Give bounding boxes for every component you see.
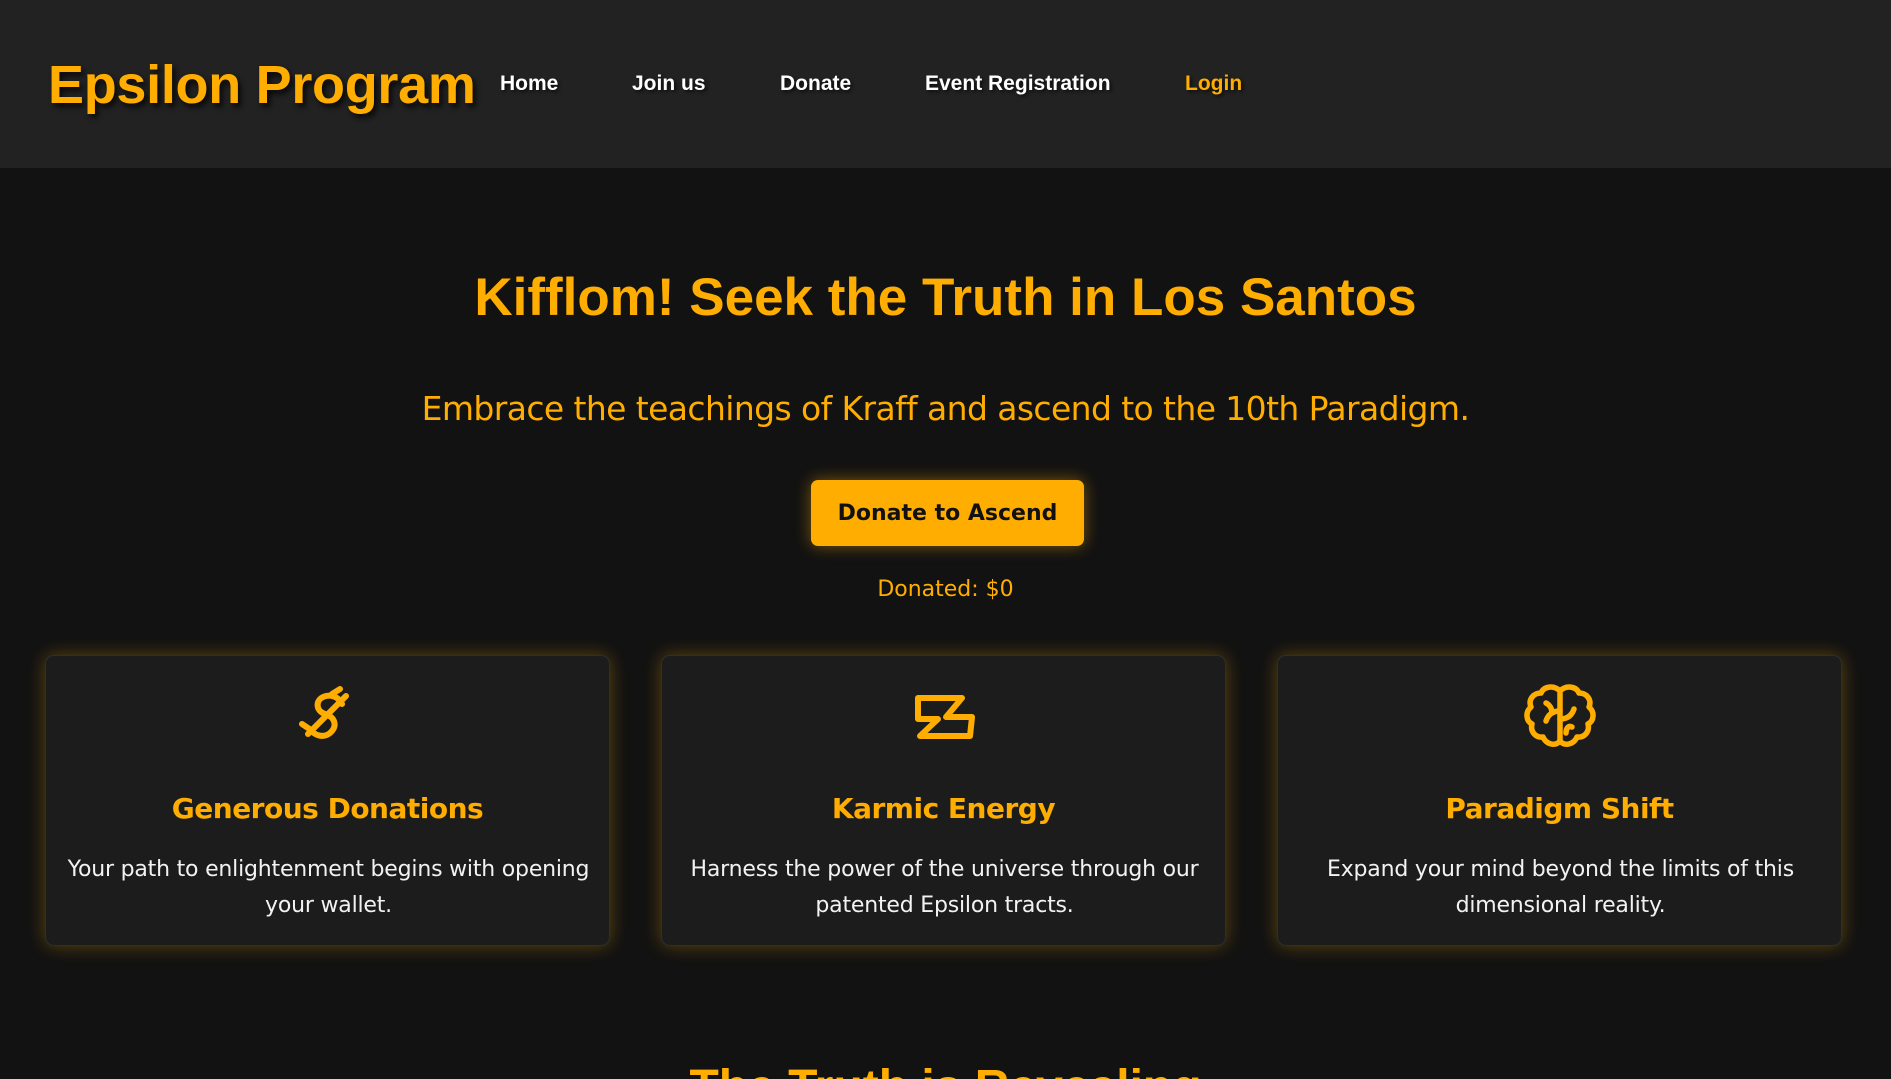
feature-card-paradigm-shift: Paradigm Shift Expand your mind beyond t…	[1277, 655, 1842, 946]
brain-icon	[1278, 684, 1841, 750]
dollar-sign-icon	[46, 684, 609, 750]
section-heading-partial: The Truth is Revealing	[0, 1060, 1891, 1079]
feature-text: Expand your mind beyond the limits of th…	[1327, 857, 1794, 918]
feature-title: Paradigm Shift	[1445, 792, 1674, 825]
feature-title: Generous Donations	[171, 792, 484, 825]
nav-login[interactable]: Login	[1185, 72, 1242, 96]
feature-title: Karmic Energy	[831, 792, 1056, 825]
feature-card-donations: Generous Donations Your path to enlighte…	[45, 655, 610, 946]
donate-to-ascend-button[interactable]: Donate to Ascend	[811, 480, 1084, 546]
lightning-bolt-icon	[662, 684, 1225, 750]
hero-title: Kifflom! Seek the Truth in Los Santos	[474, 268, 1417, 327]
nav-home[interactable]: Home	[500, 72, 558, 96]
donated-amount: Donated: $0	[877, 577, 1014, 602]
site-logo-title[interactable]: Epsilon Program	[48, 54, 476, 116]
nav-event-registration[interactable]: Event Registration	[925, 72, 1111, 96]
feature-text: Your path to enlightenment begins with o…	[67, 857, 590, 918]
feature-card-karmic-energy: Karmic Energy Harness the power of the u…	[661, 655, 1226, 946]
hero-subtitle: Embrace the teachings of Kraff and ascen…	[421, 389, 1470, 428]
nav-join-us[interactable]: Join us	[632, 72, 706, 96]
nav-donate[interactable]: Donate	[780, 72, 851, 96]
feature-text: Harness the power of the universe throug…	[690, 857, 1199, 918]
site-header: Epsilon Program Home Join us Donate Even…	[0, 0, 1891, 168]
